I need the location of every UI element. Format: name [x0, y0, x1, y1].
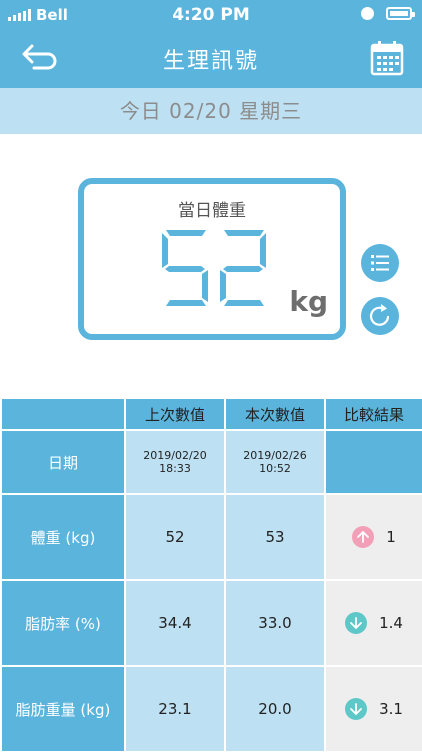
calendar-icon[interactable]	[370, 40, 404, 76]
nav-bar: 生理訊號	[0, 30, 422, 88]
current-date: 2019/02/26	[243, 449, 307, 462]
result-diff: 1	[386, 528, 396, 546]
list-button[interactable]	[361, 244, 399, 282]
row-label: 脂肪率 (%)	[0, 579, 126, 667]
result-cell: 1	[324, 493, 422, 581]
header-current: 本次數值	[224, 397, 326, 431]
table-header-row: 上次數值 本次數值 比較結果	[0, 397, 422, 431]
arrow-down-icon	[345, 698, 368, 720]
page-title: 生理訊號	[162, 49, 259, 74]
weight-label: 當日體重	[178, 201, 246, 221]
current-value: 33.0	[224, 579, 326, 667]
result-cell: 1.4	[324, 579, 422, 667]
header-blank	[0, 397, 126, 431]
battery-icon	[386, 7, 415, 20]
arrow-down-icon	[345, 612, 368, 634]
previous-date: 2019/02/20	[143, 449, 207, 462]
arrow-up-icon	[352, 526, 375, 548]
row-label: 脂肪重量 (kg)	[0, 665, 126, 753]
result-diff: 1.4	[379, 614, 403, 632]
refresh-button[interactable]	[361, 297, 399, 335]
status-time: 4:20 PM	[172, 5, 250, 25]
weight-display: 當日體重 52 kg	[78, 178, 346, 340]
previous-value: 34.4	[124, 579, 226, 667]
current-date-cell: 2019/02/26 10:52	[224, 429, 326, 495]
previous-value: 23.1	[124, 665, 226, 753]
status-bar: Bell 4:20 PM	[0, 0, 422, 30]
row-label: 日期	[0, 429, 126, 495]
result-cell: 3.1	[324, 665, 422, 753]
current-value: 53	[224, 493, 326, 581]
date-result-cell	[324, 429, 422, 495]
weight-value-digits	[162, 230, 266, 306]
table-row: 脂肪重量 (kg) 23.1 20.0 3.1	[0, 665, 422, 753]
header-previous: 上次數值	[124, 397, 226, 431]
current-value: 20.0	[224, 665, 326, 753]
clock-icon	[361, 7, 374, 20]
result-diff: 3.1	[379, 700, 403, 718]
previous-value: 52	[124, 493, 226, 581]
previous-date-cell: 2019/02/20 18:33	[124, 429, 226, 495]
previous-time: 18:33	[159, 462, 191, 475]
table-row: 脂肪率 (%) 34.4 33.0 1.4	[0, 579, 422, 667]
table-row: 體重 (kg) 52 53 1	[0, 493, 422, 581]
refresh-icon	[369, 304, 390, 326]
header-result: 比較結果	[324, 397, 422, 431]
weight-value: 52	[84, 184, 85, 185]
row-label: 體重 (kg)	[0, 493, 126, 581]
current-time: 10:52	[259, 462, 291, 475]
date-bar: 今日 02/20 星期三	[0, 88, 422, 134]
weight-unit: kg	[289, 285, 328, 318]
list-icon	[371, 255, 389, 271]
table-row-date: 日期 2019/02/20 18:33 2019/02/26 10:52	[0, 429, 422, 495]
comparison-table: 上次數值 本次數值 比較結果 日期 2019/02/20 18:33 2019/0…	[0, 397, 422, 753]
